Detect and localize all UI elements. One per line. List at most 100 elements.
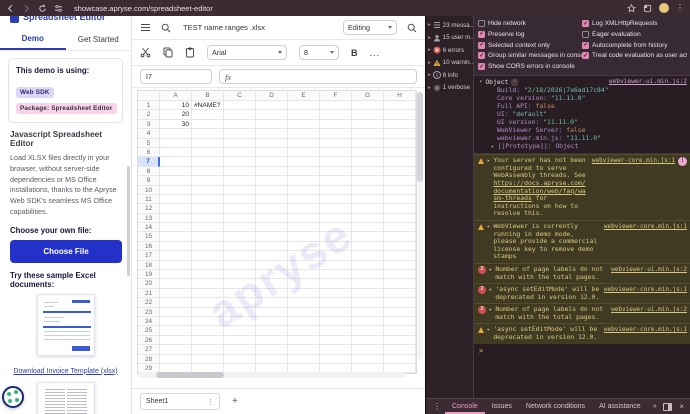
more-tabs-icon[interactable]: » — [648, 399, 662, 414]
cell-E24[interactable] — [288, 317, 320, 326]
checkbox-unchecked-icon[interactable] — [478, 20, 485, 27]
expand-arrow-icon[interactable]: ▸ — [428, 85, 431, 91]
cell-C9[interactable] — [224, 176, 256, 185]
row-header-3[interactable]: 3 — [138, 120, 160, 129]
cell-E2[interactable] — [288, 110, 320, 119]
cell-F6[interactable] — [320, 148, 352, 157]
cell-B21[interactable] — [192, 289, 224, 298]
cell-D18[interactable] — [256, 261, 288, 270]
checkbox-checked-icon[interactable]: ✓ — [582, 52, 589, 59]
cell-H26[interactable] — [384, 336, 416, 345]
download-invoice-link[interactable]: Download Invoice Template (xlsx) — [13, 368, 117, 375]
cell-G5[interactable] — [352, 139, 384, 148]
cell-G10[interactable] — [352, 186, 384, 195]
console-setting[interactable]: ✓Log XMLHttpRequests — [582, 20, 687, 27]
cell-F5[interactable] — [320, 139, 352, 148]
cell-F12[interactable] — [320, 204, 352, 213]
row-header-21[interactable]: 21 — [138, 289, 160, 298]
cell-H5[interactable] — [384, 139, 416, 148]
cell-F1[interactable] — [320, 101, 352, 110]
cell-B27[interactable] — [192, 345, 224, 354]
cell-G9[interactable] — [352, 176, 384, 185]
cell-F19[interactable] — [320, 270, 352, 279]
cell-B7[interactable] — [192, 157, 224, 166]
cell-C19[interactable] — [224, 270, 256, 279]
row-header-27[interactable]: 27 — [138, 345, 160, 354]
cell-G4[interactable] — [352, 129, 384, 138]
cell-E15[interactable] — [288, 232, 320, 241]
expand-arrow-icon[interactable]: ▸ — [428, 22, 431, 28]
copy-icon[interactable] — [163, 47, 173, 58]
cell-H3[interactable] — [384, 120, 416, 129]
cell-A28[interactable] — [160, 355, 192, 364]
cell-F27[interactable] — [320, 345, 352, 354]
cell-B3[interactable] — [192, 120, 224, 129]
cell-A19[interactable] — [160, 270, 192, 279]
cell-A10[interactable] — [160, 186, 192, 195]
column-header-A[interactable]: A — [160, 91, 192, 101]
column-header-H[interactable]: H — [384, 91, 416, 101]
cell-G22[interactable] — [352, 298, 384, 307]
source-link[interactable]: webviewer-ui.min.js:2 — [609, 78, 687, 86]
cell-H13[interactable] — [384, 214, 416, 223]
cell-B24[interactable] — [192, 317, 224, 326]
cell-A14[interactable] — [160, 223, 192, 232]
cell-F8[interactable] — [320, 167, 352, 176]
console-setting[interactable]: Hide network — [478, 20, 582, 27]
expand-arrow-icon[interactable]: ▸ — [428, 35, 431, 41]
cell-D3[interactable] — [256, 120, 288, 129]
cell-E13[interactable] — [288, 214, 320, 223]
console-filter-info[interactable]: ▸6 info — [426, 69, 473, 82]
cell-A5[interactable] — [160, 139, 192, 148]
cell-D14[interactable] — [256, 223, 288, 232]
cell-G24[interactable] — [352, 317, 384, 326]
source-link[interactable]: webviewer-core.min.js:1 — [604, 326, 687, 334]
cell-A4[interactable] — [160, 129, 192, 138]
collapse-arrow-icon[interactable]: ▾ — [479, 78, 482, 86]
row-header-13[interactable]: 13 — [138, 214, 160, 223]
cell-E20[interactable] — [288, 279, 320, 288]
column-header-G[interactable]: G — [352, 91, 384, 101]
search-icon[interactable] — [407, 23, 417, 33]
cell-D25[interactable] — [256, 326, 288, 335]
column-header-F[interactable]: F — [320, 91, 352, 101]
console-setting[interactable]: ✓Preserve log — [478, 31, 582, 38]
cell-E1[interactable] — [288, 101, 320, 110]
column-header-E[interactable]: E — [288, 91, 320, 101]
console-filter-error[interactable]: ▸6 errors — [426, 44, 473, 57]
cell-C1[interactable] — [224, 101, 256, 110]
cell-A21[interactable] — [160, 289, 192, 298]
cell-G12[interactable] — [352, 204, 384, 213]
cell-F11[interactable] — [320, 195, 352, 204]
cell-C16[interactable] — [224, 242, 256, 251]
cell-C26[interactable] — [224, 336, 256, 345]
cell-A6[interactable] — [160, 148, 192, 157]
cell-B12[interactable] — [192, 204, 224, 213]
cell-A15[interactable] — [160, 232, 192, 241]
console-setting[interactable]: ✓Treat code evaluation as user action — [582, 52, 687, 59]
cell-E12[interactable] — [288, 204, 320, 213]
row-header-10[interactable]: 10 — [138, 186, 160, 195]
cell-H9[interactable] — [384, 176, 416, 185]
cell-A2[interactable]: 20 — [160, 110, 192, 119]
sheet-menu-icon[interactable]: ⋮ — [207, 398, 214, 406]
cell-B15[interactable] — [192, 232, 224, 241]
cell-F3[interactable] — [320, 120, 352, 129]
font-family-select[interactable]: Arial — [207, 45, 287, 60]
checkbox-checked-icon[interactable]: ✓ — [478, 42, 485, 49]
invoice-thumbnail[interactable] — [37, 294, 95, 356]
cell-B16[interactable] — [192, 242, 224, 251]
cell-B2[interactable] — [192, 110, 224, 119]
cell-B26[interactable] — [192, 336, 224, 345]
row-header-14[interactable]: 14 — [138, 223, 160, 232]
row-header-4[interactable]: 4 — [138, 129, 160, 138]
cell-E18[interactable] — [288, 261, 320, 270]
row-header-26[interactable]: 26 — [138, 336, 160, 345]
cell-E5[interactable] — [288, 139, 320, 148]
column-header-B[interactable]: B — [192, 91, 224, 101]
cell-G16[interactable] — [352, 242, 384, 251]
cell-H17[interactable] — [384, 251, 416, 260]
cell-F25[interactable] — [320, 326, 352, 335]
cell-G20[interactable] — [352, 279, 384, 288]
cell-C21[interactable] — [224, 289, 256, 298]
